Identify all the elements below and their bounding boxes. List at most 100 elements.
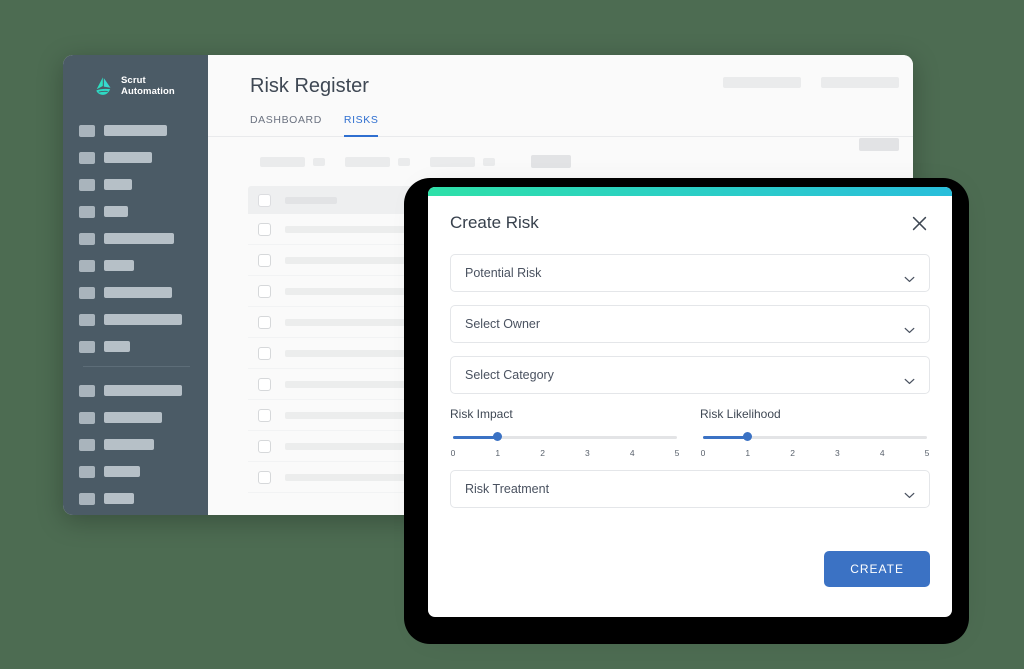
sidebar-item-icon	[79, 286, 95, 299]
row-checkbox[interactable]	[258, 315, 271, 329]
slider-tick-label: 0	[700, 448, 706, 458]
tab-bar: DASHBOARD RISKS	[208, 98, 913, 137]
sidebar-item-label-placeholder	[104, 179, 132, 190]
row-checkbox[interactable]	[258, 470, 271, 484]
chevron-down-icon	[904, 372, 915, 384]
sidebar-item-primary-8[interactable]	[79, 339, 208, 354]
select-owner-select[interactable]: Select Owner	[450, 305, 930, 343]
slider-tick-label: 1	[495, 448, 501, 458]
select-all-checkbox[interactable]	[258, 193, 271, 207]
filter-action-placeholder[interactable]	[859, 138, 899, 151]
row-checkbox[interactable]	[258, 284, 271, 298]
sidebar-nav-secondary	[63, 383, 208, 506]
risk-treatment-label: Risk Treatment	[465, 482, 550, 496]
risk-likelihood-label: Risk Likelihood	[700, 407, 781, 421]
filter-chip-placeholder	[483, 157, 495, 166]
potential-risk-select[interactable]: Potential Risk	[450, 254, 930, 292]
modal-footer: CREATE	[428, 521, 952, 587]
row-checkbox[interactable]	[258, 439, 271, 453]
sidebar-item-label-placeholder	[104, 385, 182, 396]
risk-likelihood-slider: Risk Likelihood 0 1 2 3 4 5	[700, 407, 930, 458]
filter-chip-placeholder	[313, 157, 325, 166]
row-checkbox[interactable]	[258, 253, 271, 267]
sidebar-item-secondary-1[interactable]	[79, 410, 208, 425]
sidebar-logo[interactable]: Scrut Automation	[63, 75, 208, 97]
sidebar-nav-primary	[63, 123, 208, 354]
close-icon[interactable]	[908, 212, 930, 234]
sidebar-item-primary-5[interactable]	[79, 258, 208, 273]
row-checkbox[interactable]	[258, 408, 271, 422]
sidebar-item-primary-2[interactable]	[79, 177, 208, 192]
risk-likelihood-thumb[interactable]	[743, 432, 753, 441]
sidebar-item-secondary-4[interactable]	[79, 491, 208, 506]
sidebar-item-label-placeholder	[104, 412, 162, 423]
create-button[interactable]: CREATE	[824, 551, 930, 587]
risk-likelihood-track[interactable]	[703, 432, 927, 441]
sidebar-item-label-placeholder	[104, 439, 154, 450]
sidebar-item-primary-1[interactable]	[79, 150, 208, 165]
slider-tick-label: 5	[924, 448, 930, 458]
chevron-down-icon	[904, 486, 915, 498]
filter-action-button-placeholder[interactable]	[531, 155, 571, 168]
modal-accent-bar	[428, 187, 952, 196]
slider-tick-label: 4	[879, 448, 885, 458]
risk-impact-fill	[453, 436, 498, 439]
risk-likelihood-fill	[703, 436, 748, 439]
tab-dashboard[interactable]: DASHBOARD	[250, 114, 322, 137]
potential-risk-label: Potential Risk	[465, 266, 542, 280]
header-action-placeholder-1[interactable]	[821, 77, 899, 88]
slider-tick-label: 4	[629, 448, 635, 458]
sidebar-item-label-placeholder	[104, 493, 134, 504]
row-checkbox[interactable]	[258, 346, 271, 360]
sidebar-item-label-placeholder	[104, 206, 128, 217]
sidebar-item-secondary-3[interactable]	[79, 464, 208, 479]
sidebar-item-secondary-2[interactable]	[79, 437, 208, 452]
sidebar-item-primary-4[interactable]	[79, 231, 208, 246]
chevron-down-icon	[904, 321, 915, 333]
sidebar-item-icon	[79, 465, 95, 478]
sidebar-item-icon	[79, 438, 95, 451]
sidebar-item-primary-6[interactable]	[79, 285, 208, 300]
sidebar-item-secondary-0[interactable]	[79, 383, 208, 398]
sidebar-divider	[83, 366, 190, 367]
row-checkbox[interactable]	[258, 377, 271, 391]
risk-impact-label: Risk Impact	[450, 407, 513, 421]
filter-1[interactable]	[345, 156, 410, 167]
sidebar-item-primary-7[interactable]	[79, 312, 208, 327]
sidebar-item-icon	[79, 492, 95, 505]
table-header-label-placeholder	[285, 196, 337, 204]
create-risk-modal: Create Risk Potential Risk Select Owner …	[428, 187, 952, 617]
filter-bar	[208, 137, 913, 168]
sidebar-item-icon	[79, 124, 95, 137]
slider-tick-label: 0	[450, 448, 456, 458]
select-category-label: Select Category	[465, 368, 554, 382]
sidebar-item-icon	[79, 411, 95, 424]
tab-risks[interactable]: RISKS	[343, 114, 379, 137]
sidebar-item-icon	[79, 384, 95, 397]
select-owner-label: Select Owner	[465, 317, 541, 331]
row-checkbox[interactable]	[258, 222, 271, 236]
risk-impact-thumb[interactable]	[493, 432, 503, 441]
risk-impact-slider: Risk Impact 0 1 2 3 4 5	[450, 407, 680, 458]
scrut-logo-icon	[93, 76, 114, 97]
modal-header: Create Risk	[450, 212, 930, 234]
risk-impact-ticks: 0 1 2 3 4 5	[450, 448, 680, 458]
sidebar-item-icon	[79, 340, 95, 353]
sidebar-item-label-placeholder	[104, 260, 134, 271]
risk-treatment-select[interactable]: Risk Treatment	[450, 470, 930, 508]
filter-0[interactable]	[260, 156, 325, 167]
slider-tick-label: 2	[540, 448, 545, 458]
modal-title: Create Risk	[450, 213, 539, 232]
sidebar-item-primary-3[interactable]	[79, 204, 208, 219]
risk-likelihood-ticks: 0 1 2 3 4 5	[700, 448, 930, 458]
header-action-placeholder-0[interactable]	[723, 77, 801, 88]
filter-2[interactable]	[430, 156, 495, 167]
sidebar-logo-text: Scrut Automation	[121, 75, 175, 97]
select-category-select[interactable]: Select Category	[450, 356, 930, 394]
sidebar-item-icon	[79, 232, 95, 245]
sidebar-item-primary-0[interactable]	[79, 123, 208, 138]
filter-label-placeholder	[430, 156, 475, 167]
risk-impact-track[interactable]	[453, 432, 677, 441]
sidebar-item-label-placeholder	[104, 466, 140, 477]
sidebar-item-label-placeholder	[104, 152, 152, 163]
